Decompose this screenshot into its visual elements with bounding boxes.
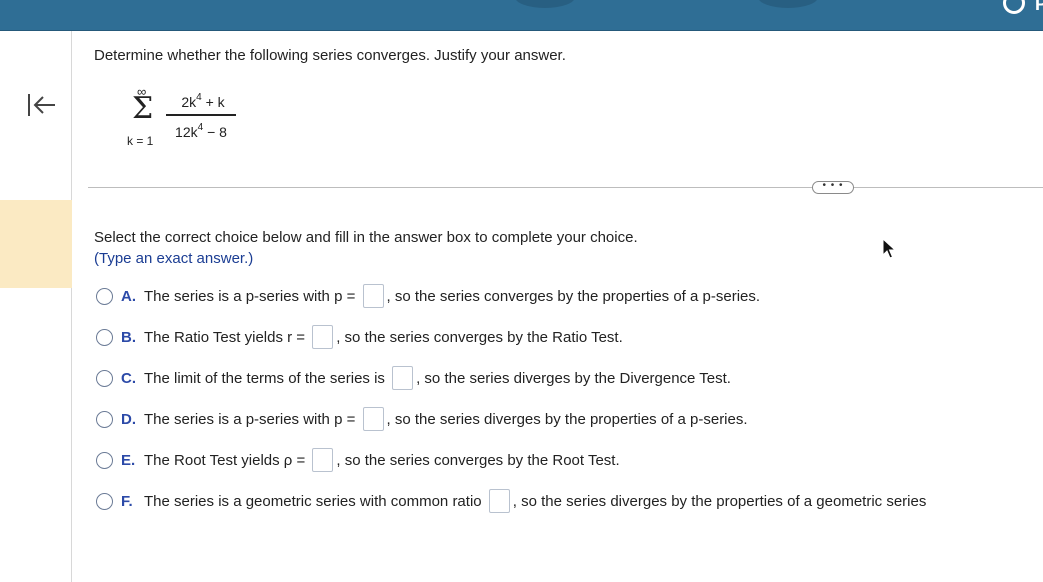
- choice-text: The series is a p-series with p =: [144, 287, 360, 305]
- choice-letter: D.: [121, 410, 136, 428]
- radio-button[interactable]: [96, 410, 113, 428]
- choice-e[interactable]: E. The Root Test yields ρ = , so the ser…: [96, 448, 620, 472]
- top-bar: P: [0, 0, 1043, 31]
- answer-input[interactable]: [312, 448, 334, 472]
- choice-text: , so the series diverges by the properti…: [386, 410, 748, 428]
- radio-button[interactable]: [96, 451, 113, 469]
- instructions: Select the correct choice below and fill…: [94, 229, 638, 246]
- answer-input[interactable]: [362, 284, 384, 308]
- header-tab-shape: [758, 0, 818, 8]
- highlight-block: [0, 200, 72, 288]
- fraction-denominator: 12k4 − 8: [175, 122, 227, 140]
- radio-button[interactable]: [96, 328, 113, 346]
- answer-note: (Type an exact answer.): [94, 250, 254, 267]
- choice-text: The series is a geometric series with co…: [144, 492, 486, 510]
- choice-text: , so the series converges by the propert…: [386, 287, 761, 305]
- choice-f[interactable]: F. The series is a geometric series with…: [96, 489, 926, 513]
- divider: [88, 187, 1043, 188]
- radio-button[interactable]: [96, 492, 113, 510]
- more-options-button[interactable]: • • •: [812, 181, 854, 194]
- mouse-pointer-icon: [882, 238, 896, 259]
- fraction-numerator: 2k4 + k: [181, 92, 225, 110]
- choice-text: , so the series diverges by the Divergen…: [416, 369, 731, 387]
- answer-input[interactable]: [312, 325, 334, 349]
- choice-c[interactable]: C. The limit of the terms of the series …: [96, 366, 731, 390]
- choice-text: The limit of the terms of the series is: [144, 369, 390, 387]
- choice-text: The Root Test yields ρ =: [144, 451, 310, 469]
- choice-text: , so the series converges by the Root Te…: [336, 451, 620, 469]
- choice-b[interactable]: B. The Ratio Test yields r = , so the se…: [96, 325, 623, 349]
- choice-letter: A.: [121, 287, 136, 305]
- choice-text: The Ratio Test yields r =: [144, 328, 310, 346]
- choice-text: , so the series converges by the Ratio T…: [336, 328, 623, 346]
- choice-letter: B.: [121, 328, 136, 346]
- radio-button[interactable]: [96, 287, 113, 305]
- answer-input[interactable]: [488, 489, 510, 513]
- collapse-left-icon[interactable]: [26, 91, 58, 119]
- sigma-symbol: Σ: [132, 91, 154, 126]
- lower-limit: k = 1: [127, 134, 154, 148]
- circle-icon[interactable]: [1003, 0, 1025, 14]
- choice-a[interactable]: A. The series is a p-series with p = , s…: [96, 284, 760, 308]
- choice-letter: E.: [121, 451, 136, 469]
- choice-d[interactable]: D. The series is a p-series with p = , s…: [96, 407, 748, 431]
- answer-input[interactable]: [362, 407, 384, 431]
- series-expression: ∞ Σ k = 1 2k4 + k 12k4 − 8: [124, 84, 254, 154]
- header-partial-label: P: [1034, 0, 1043, 14]
- choice-letter: C.: [121, 369, 136, 387]
- fraction-bar: [166, 114, 236, 116]
- answer-input[interactable]: [392, 366, 414, 390]
- question-prompt: Determine whether the following series c…: [94, 47, 566, 64]
- header-tab-shape: [515, 0, 575, 8]
- choice-text: , so the series diverges by the properti…: [512, 492, 927, 510]
- choice-text: The series is a p-series with p =: [144, 410, 360, 428]
- radio-button[interactable]: [96, 369, 113, 387]
- left-rail: [0, 31, 72, 582]
- choice-letter: F.: [121, 492, 133, 510]
